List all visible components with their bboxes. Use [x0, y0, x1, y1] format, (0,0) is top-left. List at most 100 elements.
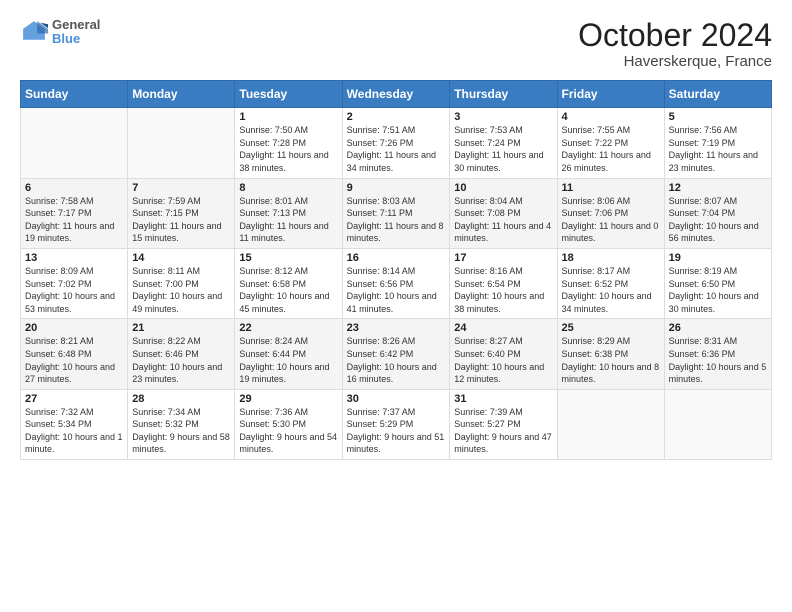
- day-number: 3: [454, 111, 552, 123]
- logo-line1: General: [52, 18, 100, 32]
- day-info: Sunrise: 8:12 AM Sunset: 6:58 PM Dayligh…: [239, 265, 337, 315]
- calendar-cell: 14Sunrise: 8:11 AM Sunset: 7:00 PM Dayli…: [128, 248, 235, 318]
- calendar-cell: 17Sunrise: 8:16 AM Sunset: 6:54 PM Dayli…: [450, 248, 557, 318]
- calendar-cell: 12Sunrise: 8:07 AM Sunset: 7:04 PM Dayli…: [664, 178, 771, 248]
- day-number: 27: [25, 393, 123, 405]
- day-info: Sunrise: 7:56 AM Sunset: 7:19 PM Dayligh…: [669, 124, 767, 174]
- day-info: Sunrise: 7:34 AM Sunset: 5:32 PM Dayligh…: [132, 406, 230, 456]
- calendar-cell: 20Sunrise: 8:21 AM Sunset: 6:48 PM Dayli…: [21, 319, 128, 389]
- day-info: Sunrise: 7:53 AM Sunset: 7:24 PM Dayligh…: [454, 124, 552, 174]
- calendar-cell: 5Sunrise: 7:56 AM Sunset: 7:19 PM Daylig…: [664, 108, 771, 178]
- day-number: 30: [347, 393, 446, 405]
- day-info: Sunrise: 8:04 AM Sunset: 7:08 PM Dayligh…: [454, 195, 552, 245]
- day-number: 21: [132, 322, 230, 334]
- calendar-cell: 24Sunrise: 8:27 AM Sunset: 6:40 PM Dayli…: [450, 319, 557, 389]
- calendar-week-row: 27Sunrise: 7:32 AM Sunset: 5:34 PM Dayli…: [21, 389, 772, 459]
- day-number: 22: [239, 322, 337, 334]
- day-number: 31: [454, 393, 552, 405]
- day-info: Sunrise: 7:59 AM Sunset: 7:15 PM Dayligh…: [132, 195, 230, 245]
- calendar-cell: 4Sunrise: 7:55 AM Sunset: 7:22 PM Daylig…: [557, 108, 664, 178]
- day-info: Sunrise: 8:16 AM Sunset: 6:54 PM Dayligh…: [454, 265, 552, 315]
- calendar-cell: 16Sunrise: 8:14 AM Sunset: 6:56 PM Dayli…: [342, 248, 450, 318]
- day-info: Sunrise: 8:26 AM Sunset: 6:42 PM Dayligh…: [347, 335, 446, 385]
- header: General Blue October 2024 Haverskerque, …: [20, 18, 772, 70]
- day-number: 8: [239, 182, 337, 194]
- logo-icon: [20, 18, 48, 46]
- day-info: Sunrise: 8:14 AM Sunset: 6:56 PM Dayligh…: [347, 265, 446, 315]
- calendar-cell: 2Sunrise: 7:51 AM Sunset: 7:26 PM Daylig…: [342, 108, 450, 178]
- calendar-week-row: 20Sunrise: 8:21 AM Sunset: 6:48 PM Dayli…: [21, 319, 772, 389]
- day-number: 1: [239, 111, 337, 123]
- day-number: 15: [239, 252, 337, 264]
- weekday-header-friday: Friday: [557, 81, 664, 108]
- calendar-cell: 10Sunrise: 8:04 AM Sunset: 7:08 PM Dayli…: [450, 178, 557, 248]
- calendar-cell: 25Sunrise: 8:29 AM Sunset: 6:38 PM Dayli…: [557, 319, 664, 389]
- calendar-cell: 21Sunrise: 8:22 AM Sunset: 6:46 PM Dayli…: [128, 319, 235, 389]
- day-info: Sunrise: 8:19 AM Sunset: 6:50 PM Dayligh…: [669, 265, 767, 315]
- calendar-cell: 19Sunrise: 8:19 AM Sunset: 6:50 PM Dayli…: [664, 248, 771, 318]
- day-number: 17: [454, 252, 552, 264]
- day-number: 4: [562, 111, 660, 123]
- day-info: Sunrise: 8:06 AM Sunset: 7:06 PM Dayligh…: [562, 195, 660, 245]
- weekday-header-wednesday: Wednesday: [342, 81, 450, 108]
- logo: General Blue: [20, 18, 100, 47]
- calendar-cell: 22Sunrise: 8:24 AM Sunset: 6:44 PM Dayli…: [235, 319, 342, 389]
- day-number: 25: [562, 322, 660, 334]
- day-info: Sunrise: 8:09 AM Sunset: 7:02 PM Dayligh…: [25, 265, 123, 315]
- day-info: Sunrise: 7:55 AM Sunset: 7:22 PM Dayligh…: [562, 124, 660, 174]
- day-number: 19: [669, 252, 767, 264]
- weekday-header-monday: Monday: [128, 81, 235, 108]
- day-number: 24: [454, 322, 552, 334]
- day-info: Sunrise: 7:36 AM Sunset: 5:30 PM Dayligh…: [239, 406, 337, 456]
- day-number: 20: [25, 322, 123, 334]
- calendar-cell: 30Sunrise: 7:37 AM Sunset: 5:29 PM Dayli…: [342, 389, 450, 459]
- day-info: Sunrise: 7:58 AM Sunset: 7:17 PM Dayligh…: [25, 195, 123, 245]
- day-info: Sunrise: 8:29 AM Sunset: 6:38 PM Dayligh…: [562, 335, 660, 385]
- calendar-table: SundayMondayTuesdayWednesdayThursdayFrid…: [20, 80, 772, 460]
- calendar-cell: 9Sunrise: 8:03 AM Sunset: 7:11 PM Daylig…: [342, 178, 450, 248]
- day-info: Sunrise: 8:31 AM Sunset: 6:36 PM Dayligh…: [669, 335, 767, 385]
- weekday-header-thursday: Thursday: [450, 81, 557, 108]
- day-info: Sunrise: 8:03 AM Sunset: 7:11 PM Dayligh…: [347, 195, 446, 245]
- weekday-header-saturday: Saturday: [664, 81, 771, 108]
- page: General Blue October 2024 Haverskerque, …: [0, 0, 792, 612]
- day-info: Sunrise: 7:37 AM Sunset: 5:29 PM Dayligh…: [347, 406, 446, 456]
- day-info: Sunrise: 7:32 AM Sunset: 5:34 PM Dayligh…: [25, 406, 123, 456]
- calendar-cell: 23Sunrise: 8:26 AM Sunset: 6:42 PM Dayli…: [342, 319, 450, 389]
- calendar-cell: 1Sunrise: 7:50 AM Sunset: 7:28 PM Daylig…: [235, 108, 342, 178]
- day-info: Sunrise: 8:17 AM Sunset: 6:52 PM Dayligh…: [562, 265, 660, 315]
- calendar-cell: [128, 108, 235, 178]
- calendar-cell: 6Sunrise: 7:58 AM Sunset: 7:17 PM Daylig…: [21, 178, 128, 248]
- day-number: 13: [25, 252, 123, 264]
- day-number: 14: [132, 252, 230, 264]
- day-number: 2: [347, 111, 446, 123]
- calendar-cell: 3Sunrise: 7:53 AM Sunset: 7:24 PM Daylig…: [450, 108, 557, 178]
- weekday-header-tuesday: Tuesday: [235, 81, 342, 108]
- calendar-cell: 29Sunrise: 7:36 AM Sunset: 5:30 PM Dayli…: [235, 389, 342, 459]
- day-number: 12: [669, 182, 767, 194]
- calendar-cell: 27Sunrise: 7:32 AM Sunset: 5:34 PM Dayli…: [21, 389, 128, 459]
- day-number: 16: [347, 252, 446, 264]
- day-number: 10: [454, 182, 552, 194]
- day-info: Sunrise: 7:51 AM Sunset: 7:26 PM Dayligh…: [347, 124, 446, 174]
- calendar-cell: [664, 389, 771, 459]
- calendar-subtitle: Haverskerque, France: [578, 53, 772, 70]
- day-info: Sunrise: 8:11 AM Sunset: 7:00 PM Dayligh…: [132, 265, 230, 315]
- logo-text: General Blue: [52, 18, 100, 47]
- day-number: 18: [562, 252, 660, 264]
- day-info: Sunrise: 8:01 AM Sunset: 7:13 PM Dayligh…: [239, 195, 337, 245]
- calendar-cell: 15Sunrise: 8:12 AM Sunset: 6:58 PM Dayli…: [235, 248, 342, 318]
- day-number: 29: [239, 393, 337, 405]
- day-number: 23: [347, 322, 446, 334]
- title-block: October 2024 Haverskerque, France: [578, 18, 772, 70]
- calendar-title: October 2024: [578, 18, 772, 53]
- day-number: 9: [347, 182, 446, 194]
- day-number: 28: [132, 393, 230, 405]
- calendar-cell: 18Sunrise: 8:17 AM Sunset: 6:52 PM Dayli…: [557, 248, 664, 318]
- calendar-cell: 11Sunrise: 8:06 AM Sunset: 7:06 PM Dayli…: [557, 178, 664, 248]
- calendar-cell: 28Sunrise: 7:34 AM Sunset: 5:32 PM Dayli…: [128, 389, 235, 459]
- day-number: 11: [562, 182, 660, 194]
- calendar-cell: 31Sunrise: 7:39 AM Sunset: 5:27 PM Dayli…: [450, 389, 557, 459]
- calendar-cell: [557, 389, 664, 459]
- calendar-cell: 7Sunrise: 7:59 AM Sunset: 7:15 PM Daylig…: [128, 178, 235, 248]
